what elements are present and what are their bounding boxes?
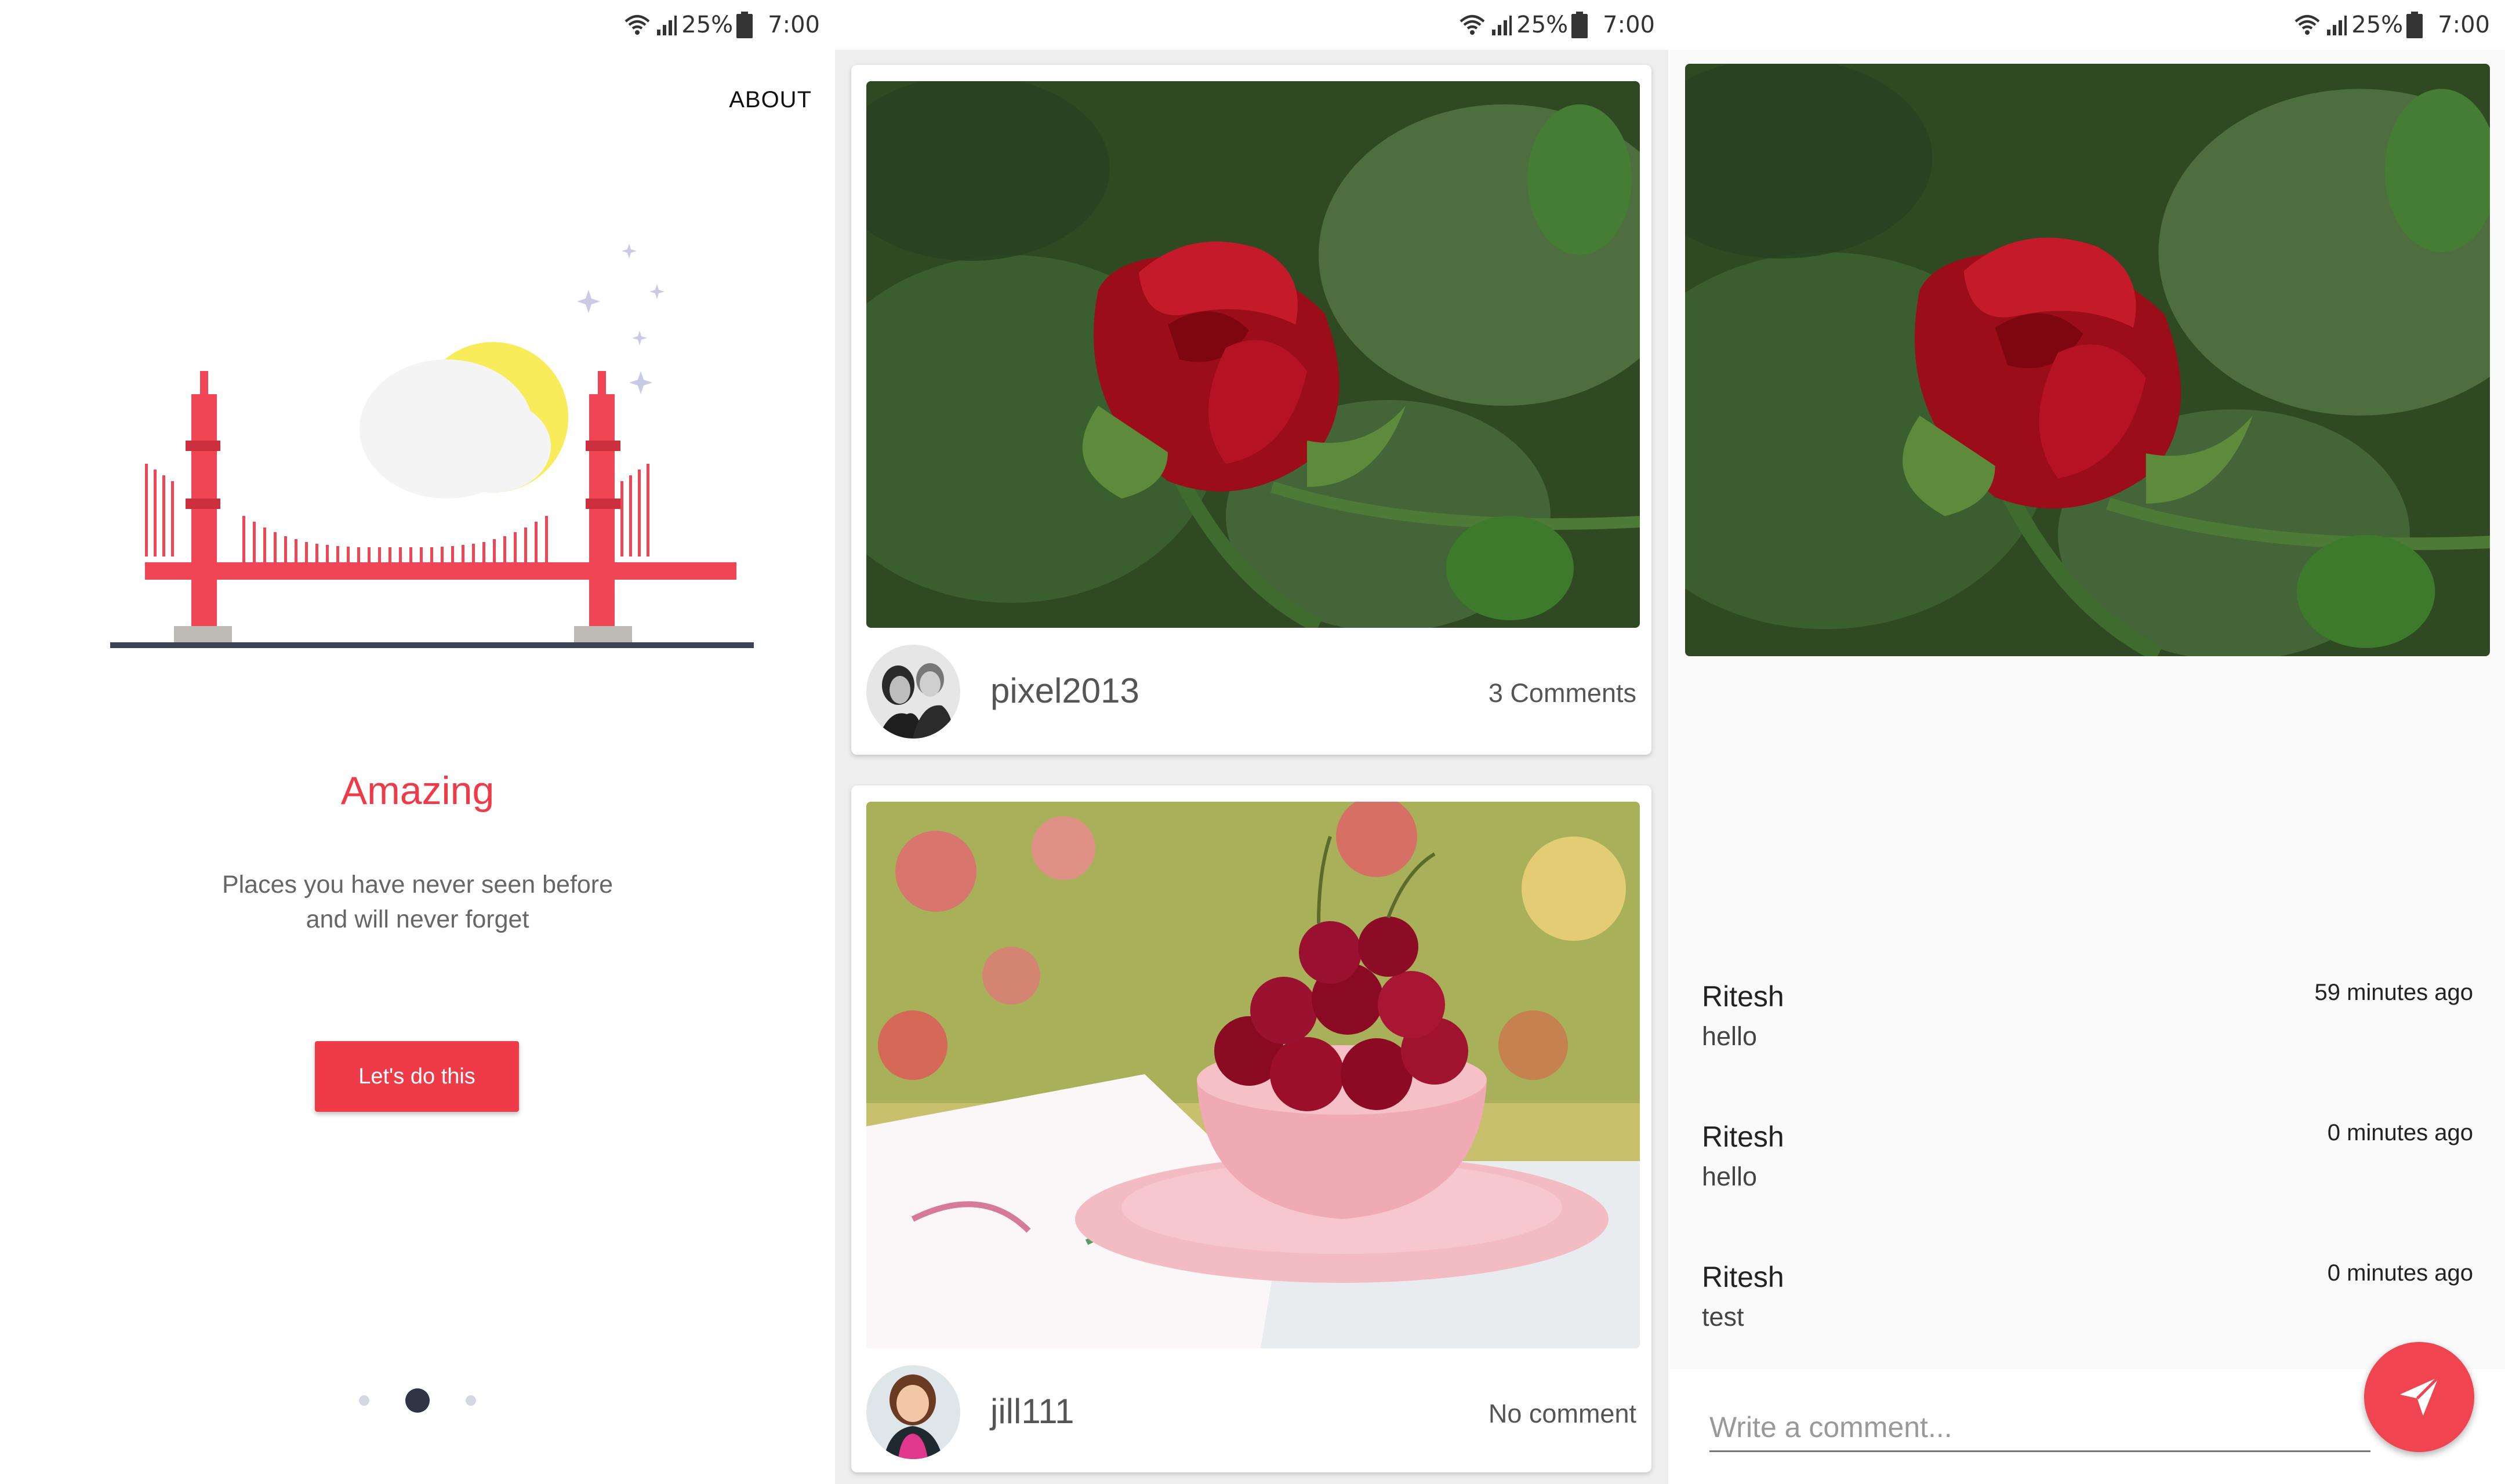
screen-divider <box>1668 0 1670 1484</box>
post-detail-screen: 25% 7:00 Ritesh hello 59 minutes ago Rit… <box>1670 0 2505 1484</box>
signal-icon <box>655 13 678 37</box>
post-card[interactable]: jill111 No comment <box>851 785 1651 1472</box>
feed-screen: 25% 7:00 pixel2013 3 Comments jill111 No… <box>835 0 1670 1484</box>
clock-time: 7:00 <box>768 12 820 38</box>
wifi-icon <box>1458 11 1486 39</box>
signal-icon <box>1490 13 1513 37</box>
onboarding-title: Amazing <box>340 769 495 813</box>
page-indicator <box>0 1388 835 1413</box>
clock-time: 7:00 <box>1603 12 1655 38</box>
comment-item: Ritesh hello 0 minutes ago <box>1670 1120 2505 1260</box>
detail-photo-rose[interactable] <box>1685 64 2490 656</box>
battery-percent: 25% <box>681 12 734 38</box>
status-bar: 25% 7:00 <box>1670 0 2505 50</box>
subtitle-line: and will never forget <box>306 905 529 933</box>
wifi-icon <box>623 11 651 39</box>
send-button[interactable] <box>2364 1342 2474 1452</box>
post-card[interactable]: pixel2013 3 Comments <box>851 65 1651 755</box>
battery-icon <box>1571 12 1588 38</box>
wifi-icon <box>2293 11 2321 39</box>
page-dot[interactable] <box>466 1395 476 1406</box>
battery-icon <box>736 12 753 38</box>
post-photo-rose[interactable] <box>866 81 1640 628</box>
comment-time: 0 minutes ago <box>2327 1260 2473 1286</box>
avatar[interactable] <box>866 1365 960 1459</box>
status-bar: 25% 7:00 <box>835 0 1670 50</box>
comment-list: Ritesh hello 59 minutes ago Ritesh hello… <box>1670 980 2505 1401</box>
lets-do-this-button[interactable]: Let's do this <box>315 1041 519 1112</box>
screen-divider <box>833 0 835 1484</box>
clock-time: 7:00 <box>2438 12 2490 38</box>
avatar[interactable] <box>866 645 960 739</box>
comment-text: hello <box>1702 1162 1758 1191</box>
post-comment-count[interactable]: 3 Comments <box>1489 678 1636 708</box>
status-bar: 25% 7:00 <box>0 0 835 50</box>
comment-text: test <box>1702 1302 1744 1332</box>
page-dot-active[interactable] <box>405 1388 430 1413</box>
onboarding-subtitle: Places you have never seen before and wi… <box>0 867 835 937</box>
subtitle-line: Places you have never seen before <box>222 871 613 899</box>
comment-time: 0 minutes ago <box>2327 1120 2473 1145</box>
signal-icon <box>2325 13 2348 37</box>
post-comment-count[interactable]: No comment <box>1489 1399 1636 1429</box>
comment-item: Ritesh hello 59 minutes ago <box>1670 980 2505 1120</box>
page-dot[interactable] <box>359 1395 369 1406</box>
battery-icon <box>2406 12 2423 38</box>
battery-percent: 25% <box>2351 12 2404 38</box>
post-photo-cherries[interactable] <box>866 802 1640 1348</box>
comment-author: Ritesh <box>1702 1121 1784 1153</box>
send-icon <box>2396 1373 2442 1421</box>
post-author[interactable]: pixel2013 <box>990 671 1139 711</box>
comment-author: Ritesh <box>1702 980 1784 1013</box>
comment-author: Ritesh <box>1702 1261 1784 1293</box>
comment-input[interactable] <box>1709 1404 2370 1452</box>
battery-percent: 25% <box>1516 12 1569 38</box>
post-author[interactable]: jill111 <box>990 1391 1074 1431</box>
bridge-illustration <box>110 243 754 648</box>
onboarding-screen: 25% 7:00 ABOUT Amazing Places you have n… <box>0 0 835 1484</box>
about-link[interactable]: ABOUT <box>729 87 812 113</box>
comment-text: hello <box>1702 1021 1758 1051</box>
comment-time: 59 minutes ago <box>2314 980 2473 1005</box>
